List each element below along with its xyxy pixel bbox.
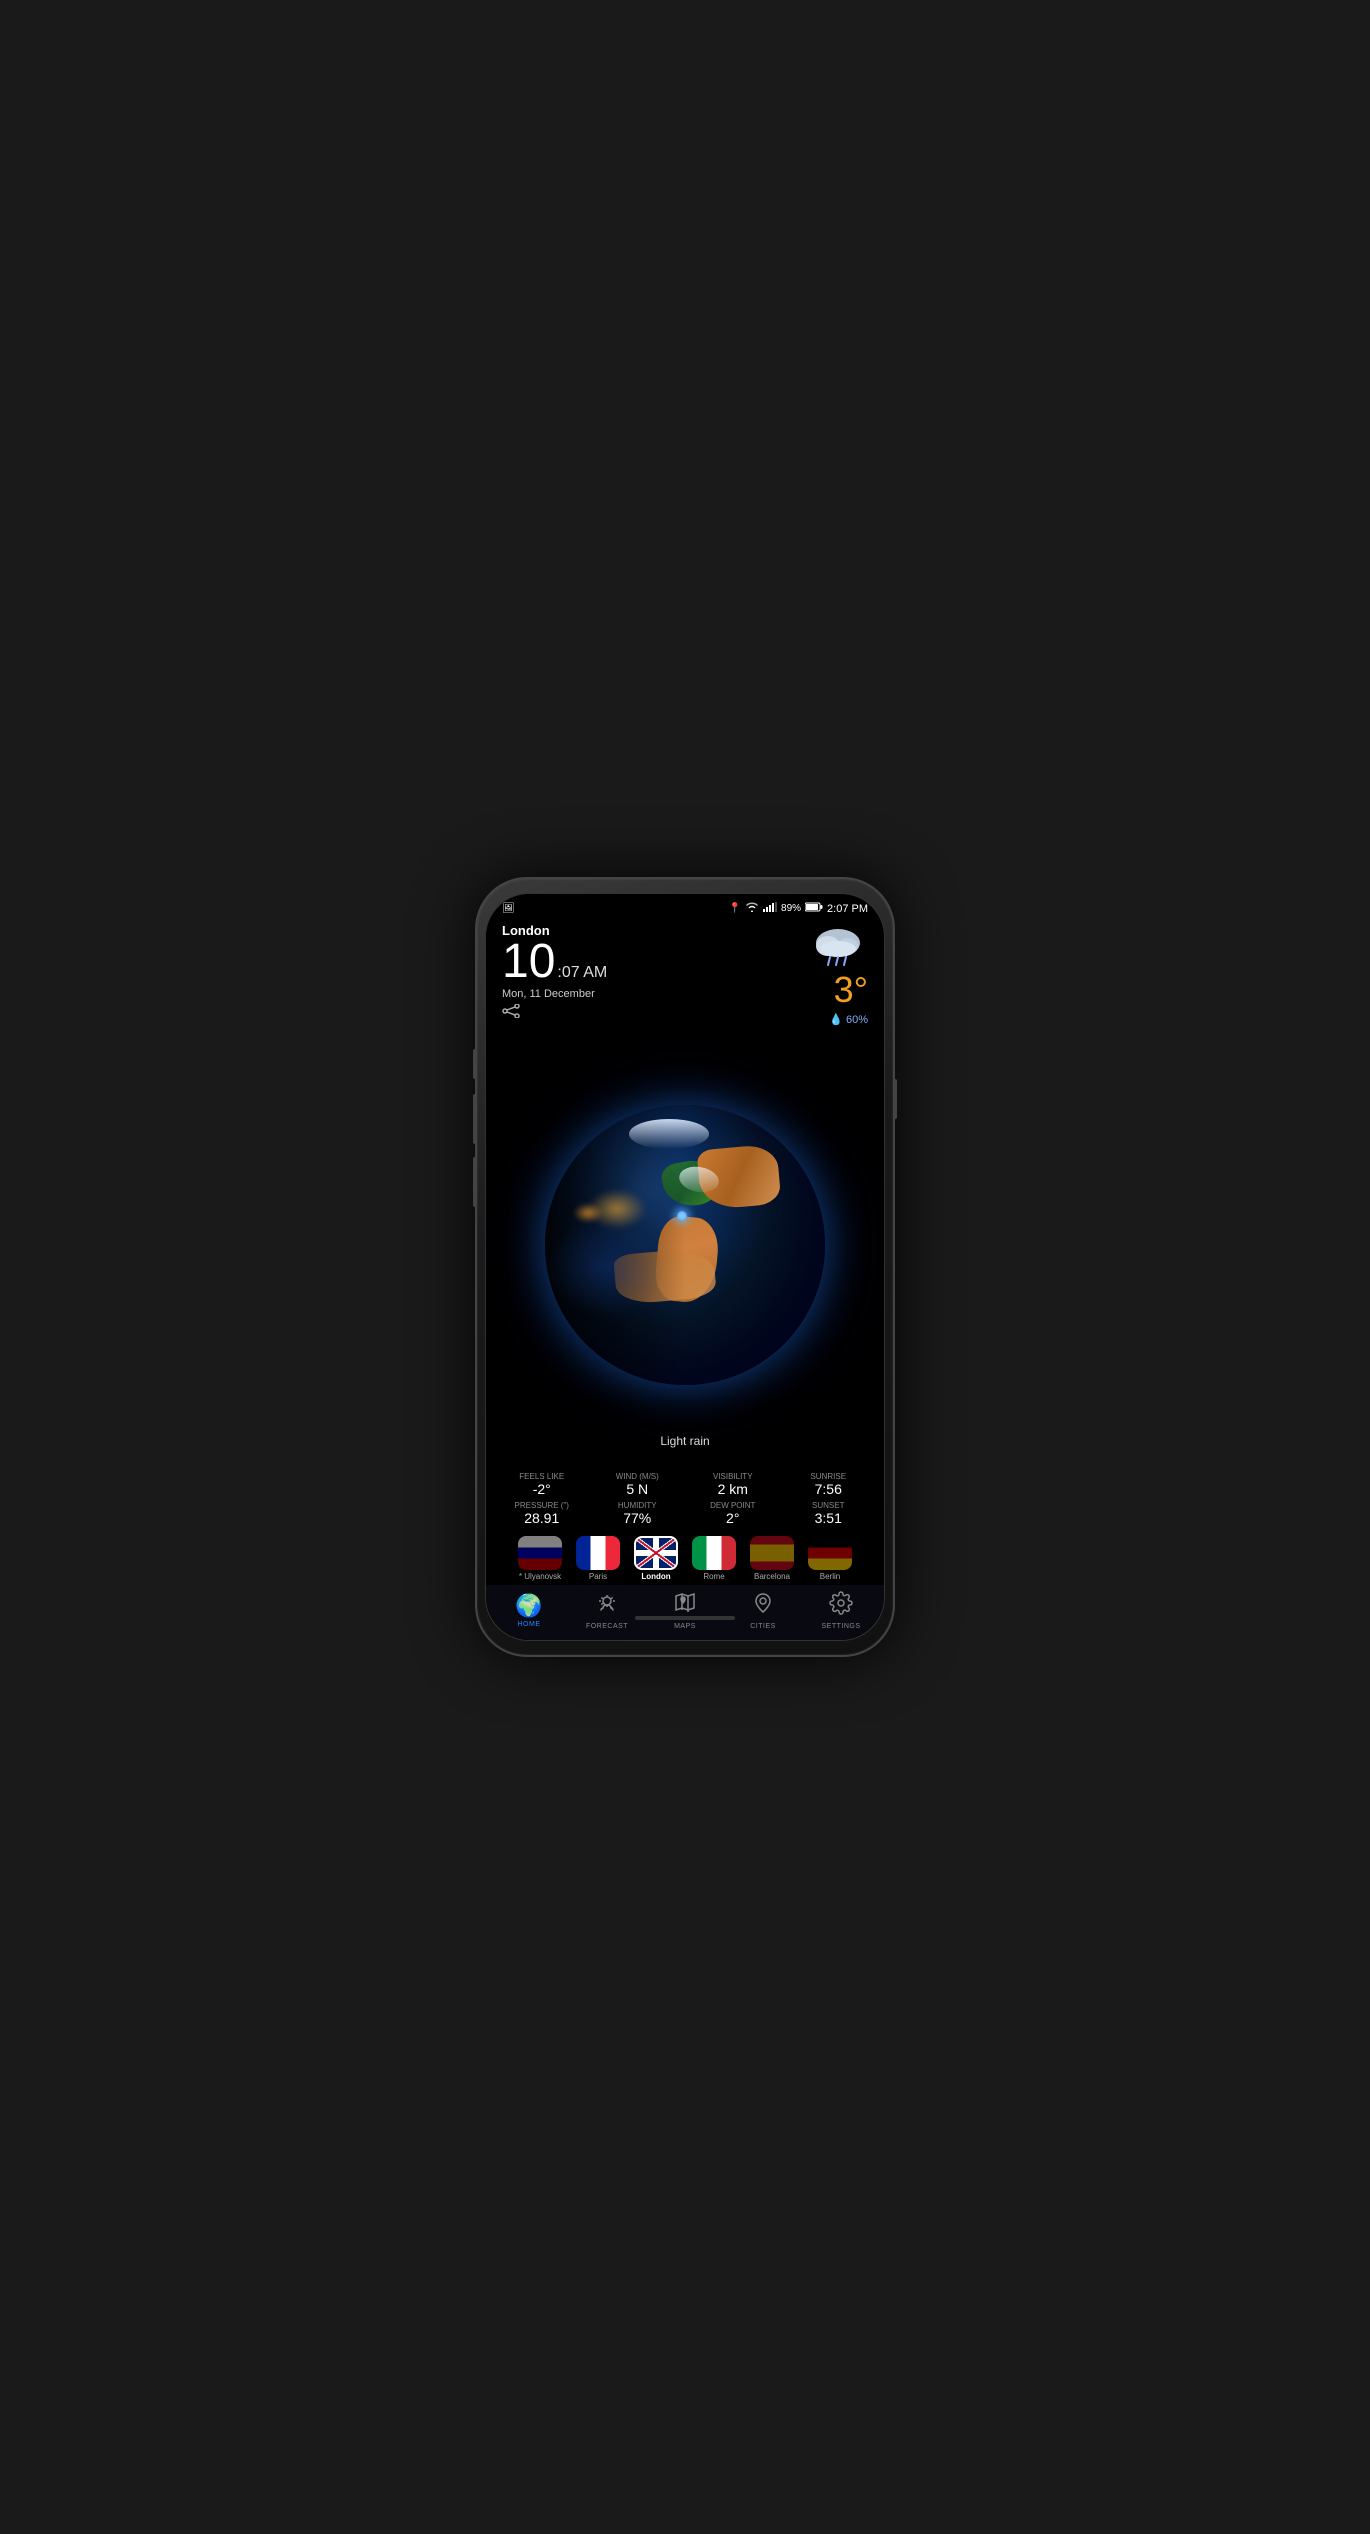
city-item-rome[interactable]: Rome xyxy=(687,1536,741,1581)
nav-forecast-label: FORECAST xyxy=(586,1623,628,1630)
status-bar: 🖼 📍 xyxy=(486,894,884,919)
wind-label: Wind (m/s) xyxy=(592,1472,684,1481)
rain-chance: 💧 60% xyxy=(829,1013,868,1026)
pressure-stat: Pressure (") 28.91 xyxy=(496,1501,588,1526)
flag-france xyxy=(576,1536,620,1570)
feels-like-label: Feels like xyxy=(496,1472,588,1481)
city-item-berlin[interactable]: Berlin xyxy=(803,1536,857,1581)
visibility-value: 2 km xyxy=(687,1481,779,1497)
share-icon[interactable] xyxy=(502,1004,607,1021)
flag-russia xyxy=(518,1536,562,1570)
nav-settings-label: SETTINGS xyxy=(821,1623,860,1630)
forecast-icon xyxy=(595,1591,619,1621)
nav-maps-label: MAPS xyxy=(674,1623,696,1630)
battery-icon xyxy=(805,902,823,915)
cities-icon xyxy=(751,1591,775,1621)
power-button[interactable] xyxy=(893,1079,897,1119)
time-hour: 10 xyxy=(502,938,555,986)
wifi-icon xyxy=(745,902,759,915)
weather-app: London 10 :07 AM Mon, 11 December xyxy=(486,919,884,1640)
top-weather-info: London 10 :07 AM Mon, 11 December xyxy=(486,919,884,1026)
volume-down-button[interactable] xyxy=(473,1094,477,1144)
wind-value: 5 N xyxy=(592,1481,684,1497)
sunrise-label: Sunrise xyxy=(783,1472,875,1481)
app-screen: 🖼 📍 xyxy=(486,894,884,1640)
city-label-barcelona: Barcelona xyxy=(754,1572,790,1581)
status-bar-right: 📍 xyxy=(729,902,868,915)
temperature-display: 3° xyxy=(834,969,868,1011)
flag-spain xyxy=(750,1536,794,1570)
sunset-label: Sunset xyxy=(783,1501,875,1510)
nav-settings[interactable]: SETTINGS xyxy=(816,1591,866,1630)
city-selector: * Ulyanovsk Paris London R xyxy=(486,1530,884,1585)
city-item-ulyanovsk[interactable]: * Ulyanovsk xyxy=(513,1536,567,1581)
location-icon: 📍 xyxy=(729,903,741,914)
settings-icon xyxy=(829,1591,853,1621)
camera-button[interactable] xyxy=(473,1157,477,1207)
phone-device: 🖼 📍 xyxy=(475,877,895,1657)
clock-time: 2:07 PM xyxy=(827,903,868,915)
visibility-label: Visibility xyxy=(687,1472,779,1481)
weather-condition: Light rain xyxy=(660,1434,709,1448)
sunset-value: 3:51 xyxy=(783,1510,875,1526)
flag-germany xyxy=(808,1536,852,1570)
humidity-stat: Humidity 77% xyxy=(592,1501,684,1526)
home-indicator[interactable] xyxy=(635,1616,735,1620)
weather-right-block: 3° 💧 60% xyxy=(808,923,868,1026)
pressure-value: 28.91 xyxy=(496,1510,588,1526)
flag-italy xyxy=(692,1536,736,1570)
pressure-label: Pressure (") xyxy=(496,1501,588,1510)
nav-maps[interactable]: MAPS xyxy=(660,1591,710,1630)
earth-globe-container: Light rain xyxy=(486,1026,884,1464)
nav-forecast[interactable]: FORECAST xyxy=(582,1591,632,1630)
city-label-rome: Rome xyxy=(703,1572,724,1581)
weather-icon-large xyxy=(808,923,868,967)
wind-stat: Wind (m/s) 5 N xyxy=(592,1472,684,1497)
volume-up-button[interactable] xyxy=(473,1049,477,1079)
time-min-ampm: :07 AM xyxy=(557,964,607,982)
sunrise-value: 7:56 xyxy=(783,1481,875,1497)
gallery-icon: 🖼 xyxy=(502,903,515,914)
dew-point-stat: Dew Point 2° xyxy=(687,1501,779,1526)
home-icon: 🌍 xyxy=(515,1593,542,1619)
battery-percent: 89% xyxy=(781,903,801,914)
nav-home-label: HOME xyxy=(518,1621,541,1628)
sunrise-stat: Sunrise 7:56 xyxy=(783,1472,875,1497)
city-item-barcelona[interactable]: Barcelona xyxy=(745,1536,799,1581)
city-label-paris: Paris xyxy=(589,1572,607,1581)
city-label-london: London xyxy=(641,1572,670,1581)
city-item-paris[interactable]: Paris xyxy=(571,1536,625,1581)
nav-cities-label: CITIES xyxy=(750,1623,776,1630)
signal-icon xyxy=(763,902,777,915)
sunset-stat: Sunset 3:51 xyxy=(783,1501,875,1526)
location-time-block: London 10 :07 AM Mon, 11 December xyxy=(502,923,607,1021)
nav-cities[interactable]: CITIES xyxy=(738,1591,788,1630)
date-display: Mon, 11 December xyxy=(502,988,607,1000)
feels-like-stat: Feels like -2° xyxy=(496,1472,588,1497)
phone-screen: 🖼 📍 xyxy=(485,893,885,1641)
visibility-stat: Visibility 2 km xyxy=(687,1472,779,1497)
earth-globe xyxy=(545,1105,825,1385)
weather-stats-grid: Feels like -2° Wind (m/s) 5 N Visibility… xyxy=(486,1464,884,1530)
city-item-london[interactable]: London xyxy=(629,1536,683,1581)
flag-uk xyxy=(634,1536,678,1570)
feels-like-value: -2° xyxy=(496,1481,588,1497)
humidity-value: 77% xyxy=(592,1510,684,1526)
humidity-label: Humidity xyxy=(592,1501,684,1510)
earth-glow xyxy=(545,1105,825,1385)
city-label-berlin: Berlin xyxy=(820,1572,840,1581)
dew-point-label: Dew Point xyxy=(687,1501,779,1510)
city-label-ulyanovsk: * Ulyanovsk xyxy=(519,1572,561,1581)
bottom-navigation: 🌍 HOME xyxy=(486,1585,884,1640)
nav-home[interactable]: 🌍 HOME xyxy=(504,1593,554,1628)
time-display: 10 :07 AM xyxy=(502,938,607,986)
dew-point-value: 2° xyxy=(687,1510,779,1526)
status-bar-left: 🖼 xyxy=(502,903,515,914)
